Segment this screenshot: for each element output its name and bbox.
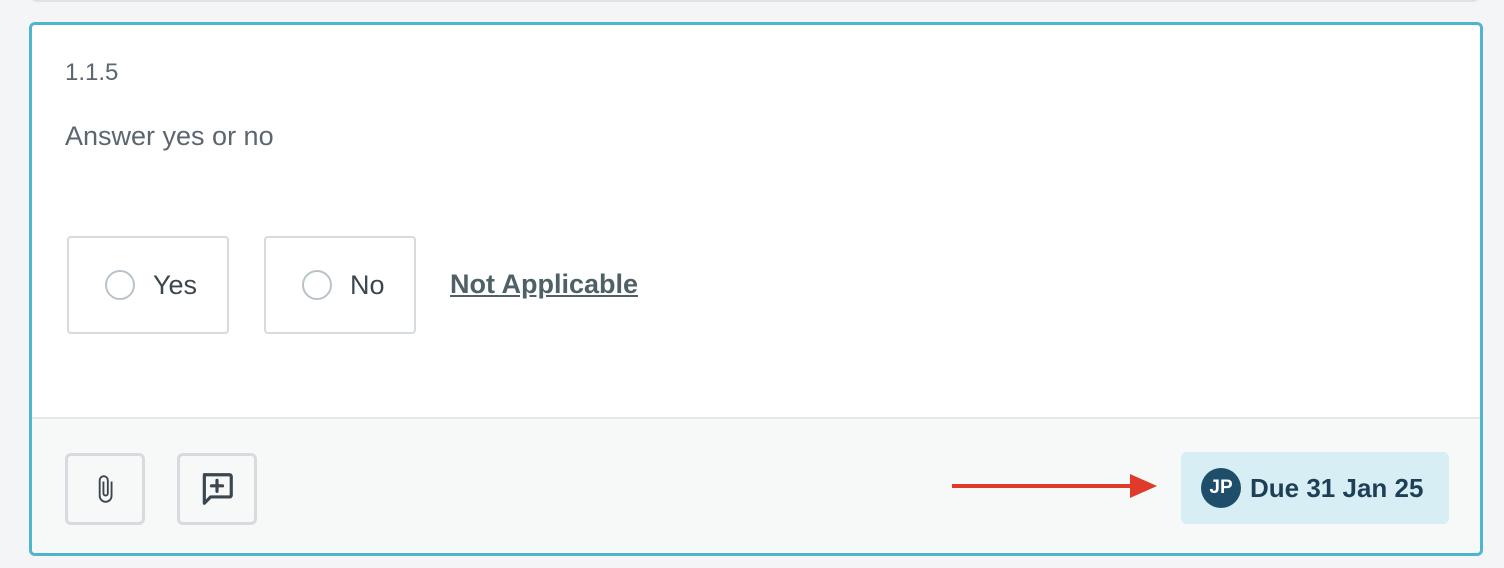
not-applicable-link[interactable]: Not Applicable [450, 269, 638, 300]
question-number: 1.1.5 [65, 59, 119, 86]
add-comment-button[interactable] [177, 453, 257, 525]
question-card: 1.1.5 Answer yes or no Yes No Not Applic… [29, 22, 1483, 556]
option-yes-label: Yes [153, 270, 198, 300]
question-footer: JP Due 31 Jan 25 [32, 417, 1480, 553]
option-no[interactable]: No [264, 236, 416, 334]
yes-radio[interactable] [105, 270, 135, 300]
add-comment-icon [202, 473, 233, 505]
due-date-label: Due 31 Jan 25 [1250, 472, 1424, 503]
attach-file-button[interactable] [65, 453, 145, 525]
pointer-arrow [952, 474, 1157, 498]
question-body: 1.1.5 Answer yes or no Yes No Not Applic… [32, 25, 1480, 417]
previous-question-card [30, 0, 1480, 2]
paperclip-icon [98, 475, 113, 503]
due-date-badge[interactable]: JP Due 31 Jan 25 [1181, 452, 1449, 524]
option-no-label: No [350, 270, 385, 300]
assignee-avatar: JP [1201, 468, 1241, 508]
question-text: Answer yes or no [65, 121, 274, 151]
option-yes[interactable]: Yes [67, 236, 229, 334]
no-radio[interactable] [302, 270, 332, 300]
